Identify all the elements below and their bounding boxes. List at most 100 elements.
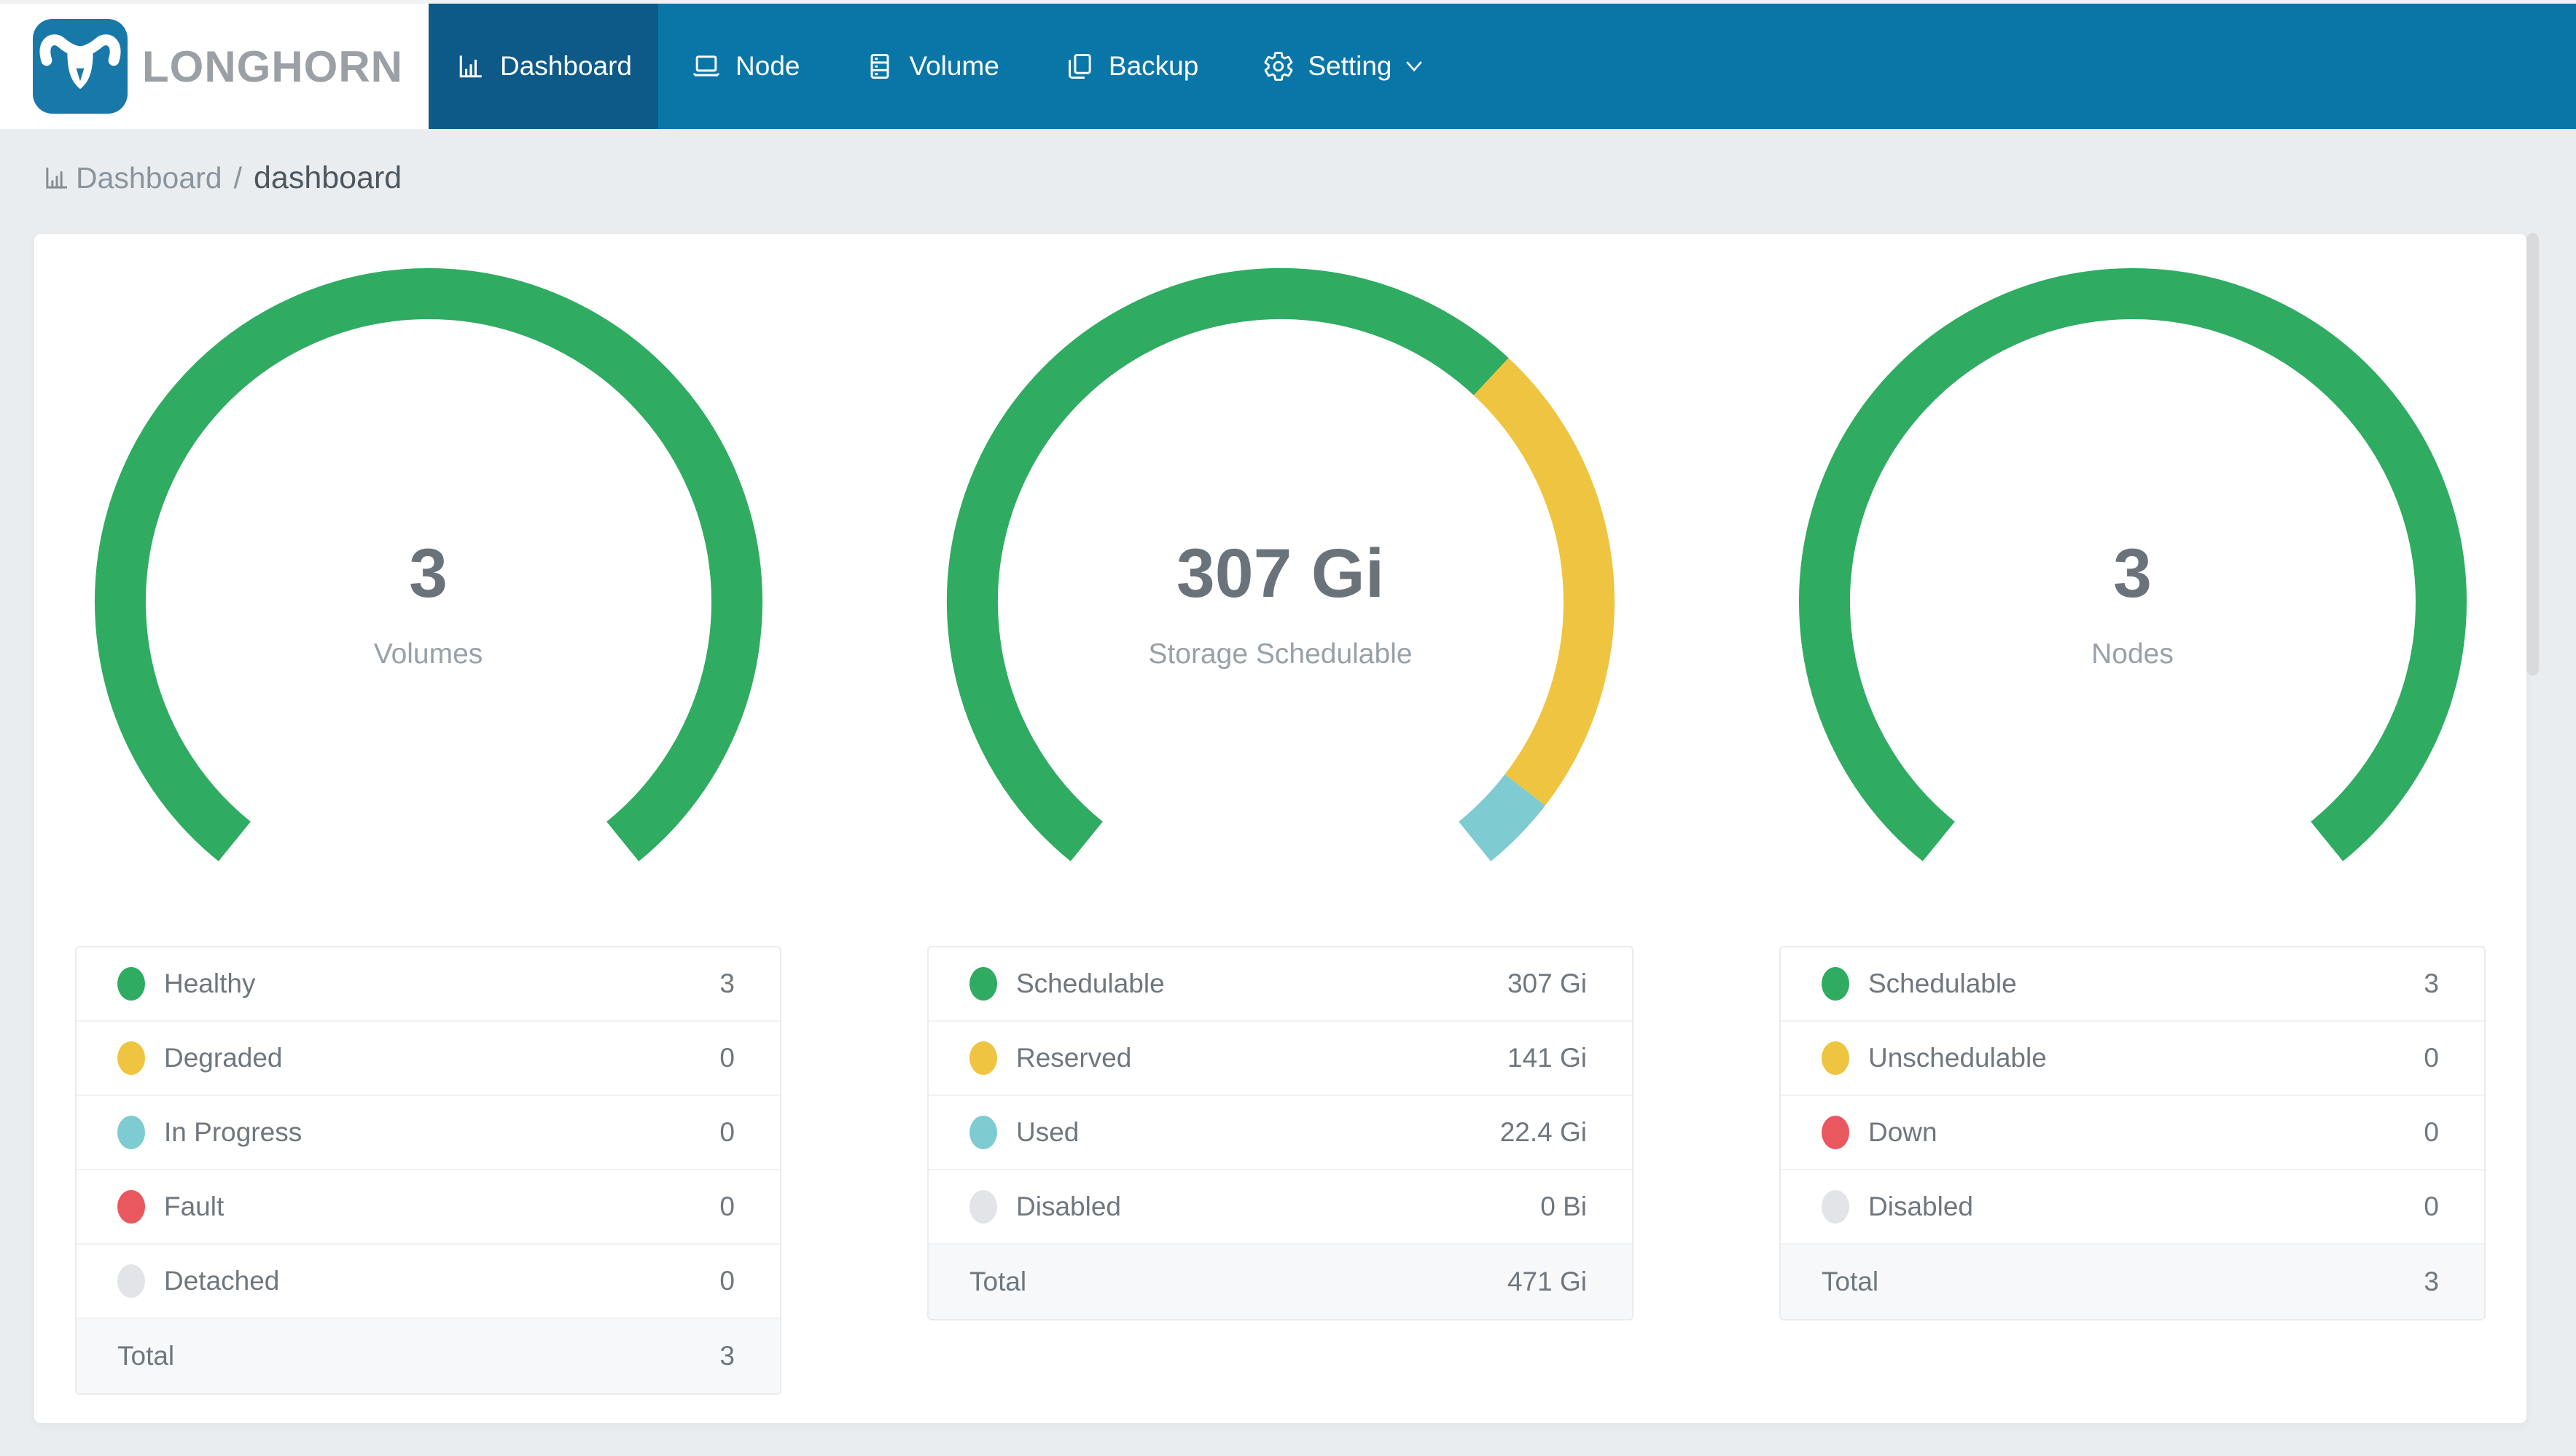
legend-label: Reserved [1016, 1043, 1132, 1073]
legend-row-fault: Fault 0 [77, 1170, 780, 1245]
gray-status-dot [117, 1264, 145, 1298]
legend-row-healthy: Healthy 3 [77, 947, 780, 1022]
legend-total-value: 471 Gi [1507, 1267, 1587, 1296]
teal-status-dot [969, 1116, 997, 1149]
gauge-segment-reserved [1473, 358, 1615, 806]
legend-label: Schedulable [1016, 968, 1165, 998]
legend-label: Unschedulable [1868, 1043, 2047, 1073]
legend-row-schedulable: Schedulable 307 Gi [929, 947, 1632, 1022]
yellow-status-dot [117, 1041, 145, 1075]
legend-label: Disabled [1016, 1191, 1121, 1221]
legend-value: 141 Gi [1507, 1043, 1587, 1073]
legend-value: 3 [2424, 968, 2439, 998]
legend-value: 3 [719, 968, 735, 998]
legend-value: 0 Bi [1540, 1191, 1587, 1221]
legend-label: Fault [164, 1191, 225, 1221]
bar-chart-icon [42, 163, 76, 193]
nav-item-backup[interactable]: Backup [1031, 4, 1230, 129]
legend-value: 0 [719, 1043, 735, 1073]
legend-row-detached: Detached 0 [77, 1245, 780, 1319]
gear-icon [1262, 50, 1295, 82]
database-icon [864, 50, 896, 82]
gauge-chart-volumes: 3 Volumes [93, 267, 764, 937]
legend-table-nodes: Schedulable 3 Unschedulable 0 Down 0 Disabled 0… [1779, 946, 2486, 1320]
legend-row-schedulable: Schedulable 3 [1781, 947, 2484, 1022]
green-status-dot [1822, 967, 1849, 1001]
yellow-status-dot [969, 1041, 997, 1075]
top-navbar: LONGHORN Dashboard Node Volume Backup Settin… [0, 4, 2576, 129]
legend-table-storage-schedulable: Schedulable 307 Gi Reserved 141 Gi Used 22.4 … [927, 946, 1634, 1320]
dashboard-card: 3 Volumes Healthy 3 Degraded 0 In Progress 0 Fau… [34, 234, 2526, 1423]
legend-total-value: 3 [719, 1341, 735, 1371]
red-status-dot [117, 1190, 145, 1224]
nav-item-node[interactable]: Node [658, 4, 832, 129]
legend-total-row: Total 471 Gi [929, 1245, 1632, 1319]
legend-value: 0 [719, 1191, 735, 1221]
logo[interactable]: LONGHORN [0, 4, 429, 129]
panel-nodes: 3 Nodes Schedulable 3 Unschedulable 0 Down 0 Dis… [1779, 267, 2486, 1395]
gauge-segment-schedulable [946, 267, 1509, 861]
legend-total-value: 3 [2424, 1267, 2439, 1296]
legend-label: Used [1016, 1117, 1080, 1147]
main-nav: Dashboard Node Volume Backup Setting [429, 4, 1459, 129]
nav-item-label: Volume [909, 51, 999, 81]
panel-volumes: 3 Volumes Healthy 3 Degraded 0 In Progress 0 Fau… [75, 267, 781, 1395]
legend-total-row: Total 3 [77, 1319, 780, 1393]
legend-row-down: Down 0 [1781, 1096, 2484, 1170]
copy-icon [1063, 50, 1096, 82]
legend-row-in-progress: In Progress 0 [77, 1096, 780, 1170]
breadcrumb-section[interactable]: Dashboard [76, 161, 222, 195]
laptop-icon [690, 50, 722, 82]
nav-item-dashboard[interactable]: Dashboard [429, 4, 659, 129]
legend-total-label: Total [117, 1341, 175, 1371]
legend-label: Healthy [164, 968, 256, 998]
legend-value: 0 [719, 1266, 735, 1296]
gauge-segment-healthy [94, 268, 762, 861]
scrollbar-thumb[interactable] [2526, 233, 2539, 676]
panel-storage-schedulable: 307 Gi Storage Schedulable Schedulable 307 … [927, 267, 1634, 1395]
legend-value: 307 Gi [1507, 968, 1587, 998]
legend-row-disabled: Disabled 0 Bi [929, 1170, 1632, 1245]
legend-value: 0 [2424, 1043, 2439, 1073]
chevron-down-icon [1405, 53, 1427, 79]
legend-row-unschedulable: Unschedulable 0 [1781, 1022, 2484, 1096]
breadcrumb: Dashboard / dashboard [0, 129, 2576, 227]
legend-label: Disabled [1868, 1191, 1973, 1221]
gauge-segment-used [1458, 774, 1545, 861]
red-status-dot [1822, 1116, 1849, 1149]
nav-item-label: Setting [1308, 51, 1392, 81]
gray-status-dot [1822, 1190, 1849, 1224]
legend-label: Degraded [164, 1043, 283, 1073]
legend-total-row: Total 3 [1781, 1245, 2484, 1319]
legend-value: 22.4 Gi [1499, 1117, 1587, 1147]
yellow-status-dot [1822, 1041, 1849, 1075]
legend-value: 0 [2424, 1117, 2439, 1147]
gray-status-dot [969, 1190, 997, 1224]
gauge-segment-schedulable [1798, 268, 2467, 861]
legend-label: Down [1868, 1117, 1937, 1147]
gauge-volumes [94, 268, 762, 861]
longhorn-logo-icon [33, 19, 128, 114]
nav-item-label: Backup [1108, 51, 1199, 81]
green-status-dot [117, 967, 145, 1001]
legend-total-label: Total [969, 1267, 1027, 1296]
nav-item-volume[interactable]: Volume [832, 4, 1031, 129]
panels: 3 Volumes Healthy 3 Degraded 0 In Progress 0 Fau… [34, 234, 2526, 1395]
nav-item-setting[interactable]: Setting [1230, 4, 1459, 129]
breadcrumb-page: dashboard [253, 160, 402, 195]
legend-label: In Progress [164, 1117, 303, 1147]
legend-label: Detached [164, 1266, 280, 1296]
bar-chart-icon [455, 50, 487, 82]
legend-row-degraded: Degraded 0 [77, 1022, 780, 1096]
gauge-storage-schedulable [946, 267, 1615, 861]
legend-total-label: Total [1822, 1267, 1879, 1296]
gauge-chart-storage-schedulable: 307 Gi Storage Schedulable [945, 267, 1616, 937]
breadcrumb-separator: / [233, 160, 242, 195]
legend-row-reserved: Reserved 141 Gi [929, 1022, 1632, 1096]
legend-table-volumes: Healthy 3 Degraded 0 In Progress 0 Fault 0 Detac… [75, 946, 781, 1395]
legend-value: 0 [719, 1117, 735, 1147]
legend-value: 0 [2424, 1191, 2439, 1221]
gauge-nodes [1798, 268, 2467, 861]
legend-row-used: Used 22.4 Gi [929, 1096, 1632, 1170]
legend-row-disabled: Disabled 0 [1781, 1170, 2484, 1245]
